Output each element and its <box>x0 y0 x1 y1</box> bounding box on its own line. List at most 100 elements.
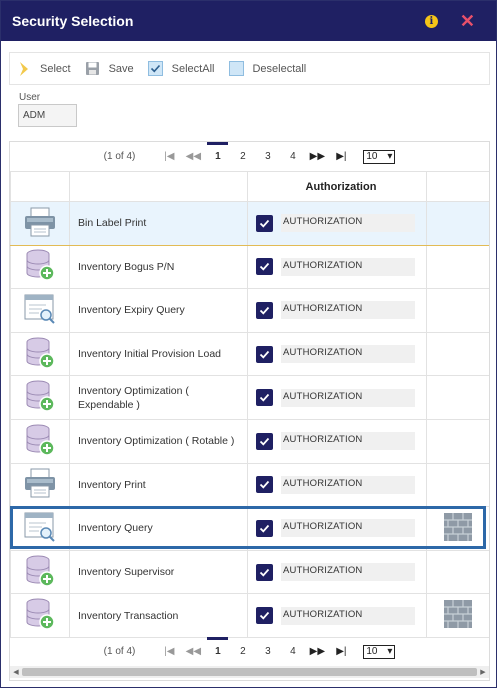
page-link[interactable]: 3 <box>255 646 280 657</box>
header-extra-col <box>426 171 489 202</box>
save-button[interactable]: Save <box>85 61 134 77</box>
authorization-checkbox[interactable] <box>256 301 273 319</box>
data-table: Authorization Bin Label Print AUTHORIZATI… <box>10 171 489 638</box>
authorization-checkbox[interactable] <box>256 607 273 625</box>
row-extra-cell <box>426 244 489 290</box>
database-add-icon <box>25 424 55 459</box>
page-link[interactable]: 4 <box>280 151 305 162</box>
table-row[interactable]: Inventory Supervisor AUTHORIZATION <box>10 549 489 595</box>
row-authorization-cell: AUTHORIZATION <box>247 506 427 551</box>
next-page-icon[interactable]: ▶▶ <box>309 151 325 162</box>
authorization-value[interactable]: AUTHORIZATION <box>281 475 415 494</box>
last-page-icon[interactable]: ▶| <box>333 151 349 162</box>
security-grid: (1 of 4) |◀ ◀◀ 1 2 3 4 ▶▶ ▶| 10 ▾ Authori… <box>9 141 490 681</box>
first-page-icon[interactable]: |◀ <box>161 646 177 657</box>
brick-wall-icon[interactable] <box>444 512 472 544</box>
authorization-checkbox[interactable] <box>256 432 273 450</box>
prev-page-icon[interactable]: ◀◀ <box>185 646 201 657</box>
authorization-checkbox[interactable] <box>256 345 273 363</box>
authorization-wrap: AUTHORIZATION <box>256 563 426 582</box>
query-window-icon <box>24 512 56 545</box>
authorization-wrap: AUTHORIZATION <box>256 475 426 494</box>
header-authorization: Authorization <box>247 171 427 202</box>
row-authorization-cell: AUTHORIZATION <box>247 201 427 246</box>
select-label: Select <box>40 62 71 75</box>
table-row[interactable]: Inventory Transaction AUTHORIZATION <box>10 593 489 638</box>
page-link[interactable]: 2 <box>230 151 255 162</box>
close-icon[interactable]: ✕ <box>460 12 475 30</box>
window-title: Security Selection <box>12 13 134 29</box>
authorization-value[interactable]: AUTHORIZATION <box>281 432 415 451</box>
page-link[interactable]: 4 <box>280 646 305 657</box>
first-page-icon[interactable]: |◀ <box>161 151 177 162</box>
table-row[interactable]: Inventory Print AUTHORIZATION <box>10 462 489 508</box>
row-name: Inventory Optimization ( Rotable ) <box>69 418 248 464</box>
page-link[interactable]: 3 <box>255 151 280 162</box>
user-label: User <box>19 92 41 103</box>
row-icon-cell <box>10 331 70 377</box>
info-icon[interactable]: i <box>424 14 438 28</box>
row-name: Inventory Print <box>69 462 248 508</box>
row-icon-cell <box>10 201 70 246</box>
authorization-checkbox[interactable] <box>256 214 273 232</box>
authorization-value[interactable]: AUTHORIZATION <box>281 345 415 364</box>
security-selection-window: Security Selection i ✕ Select Save Selec… <box>0 0 497 688</box>
page-link[interactable]: 1 <box>205 142 230 162</box>
page-info: (1 of 4) <box>103 151 136 162</box>
authorization-value[interactable]: AUTHORIZATION <box>281 606 415 625</box>
title-bar: Security Selection i ✕ <box>1 1 496 41</box>
checkbox-checked-icon <box>148 61 164 77</box>
scrollbar-thumb[interactable] <box>22 668 477 676</box>
scroll-left-icon[interactable]: ◀ <box>10 666 22 678</box>
header-name-col <box>69 171 248 202</box>
next-page-icon[interactable]: ▶▶ <box>309 646 325 657</box>
table-row[interactable]: Inventory Bogus P/N AUTHORIZATION <box>10 244 489 290</box>
last-page-icon[interactable]: ▶| <box>333 646 349 657</box>
horizontal-scrollbar[interactable]: ◀ ▶ <box>10 666 489 678</box>
database-add-icon <box>25 380 55 415</box>
deselectall-button[interactable]: Deselectall <box>228 61 306 77</box>
table-row[interactable]: Inventory Query AUTHORIZATION <box>10 506 489 551</box>
authorization-wrap: AUTHORIZATION <box>256 606 426 625</box>
row-name: Bin Label Print <box>69 201 248 246</box>
toolbar: Select Save SelectAll Deselectall <box>9 52 490 85</box>
row-authorization-cell: AUTHORIZATION <box>247 462 427 508</box>
prev-page-icon[interactable]: ◀◀ <box>185 151 201 162</box>
page-link[interactable]: 1 <box>205 637 230 657</box>
authorization-checkbox[interactable] <box>256 389 273 407</box>
page-size-select[interactable]: 10 ▾ <box>363 644 396 659</box>
user-field[interactable]: ADM <box>18 104 77 127</box>
authorization-checkbox[interactable] <box>256 563 273 581</box>
table-row[interactable]: Inventory Initial Provision Load AUTHORIZ… <box>10 331 489 377</box>
authorization-wrap: AUTHORIZATION <box>256 388 426 407</box>
authorization-checkbox[interactable] <box>256 519 273 537</box>
row-icon-cell <box>10 288 70 333</box>
row-name: Inventory Bogus P/N <box>69 244 248 290</box>
table-row[interactable]: Inventory Optimization ( Expendable ) AUT… <box>10 375 489 420</box>
page-info: (1 of 4) <box>103 646 136 658</box>
row-extra-cell <box>426 462 489 508</box>
row-name: Inventory Transaction <box>69 593 248 638</box>
save-label: Save <box>108 62 134 75</box>
page-size-select[interactable]: 10 ▾ <box>363 149 396 164</box>
table-row[interactable]: Inventory Optimization ( Rotable ) AUTHOR… <box>10 418 489 464</box>
authorization-value[interactable]: AUTHORIZATION <box>281 563 415 582</box>
selectall-button[interactable]: SelectAll <box>148 61 214 77</box>
authorization-value[interactable]: AUTHORIZATION <box>281 214 415 233</box>
authorization-checkbox[interactable] <box>256 258 273 276</box>
row-authorization-cell: AUTHORIZATION <box>247 549 427 595</box>
row-icon-cell <box>10 462 70 508</box>
authorization-value[interactable]: AUTHORIZATION <box>281 257 415 276</box>
authorization-value[interactable]: AUTHORIZATION <box>281 388 415 407</box>
brick-wall-icon[interactable] <box>444 600 472 631</box>
page-link[interactable]: 2 <box>230 646 255 657</box>
table-row[interactable]: Bin Label Print AUTHORIZATION <box>10 201 489 246</box>
table-row[interactable]: Inventory Expiry Query AUTHORIZATION <box>10 288 489 333</box>
authorization-checkbox[interactable] <box>256 476 273 494</box>
database-add-icon <box>25 598 55 633</box>
authorization-value[interactable]: AUTHORIZATION <box>281 519 415 538</box>
authorization-value[interactable]: AUTHORIZATION <box>281 301 415 320</box>
scroll-right-icon[interactable]: ▶ <box>477 666 489 678</box>
select-button[interactable]: Select <box>16 61 71 77</box>
row-icon-cell <box>10 418 70 464</box>
